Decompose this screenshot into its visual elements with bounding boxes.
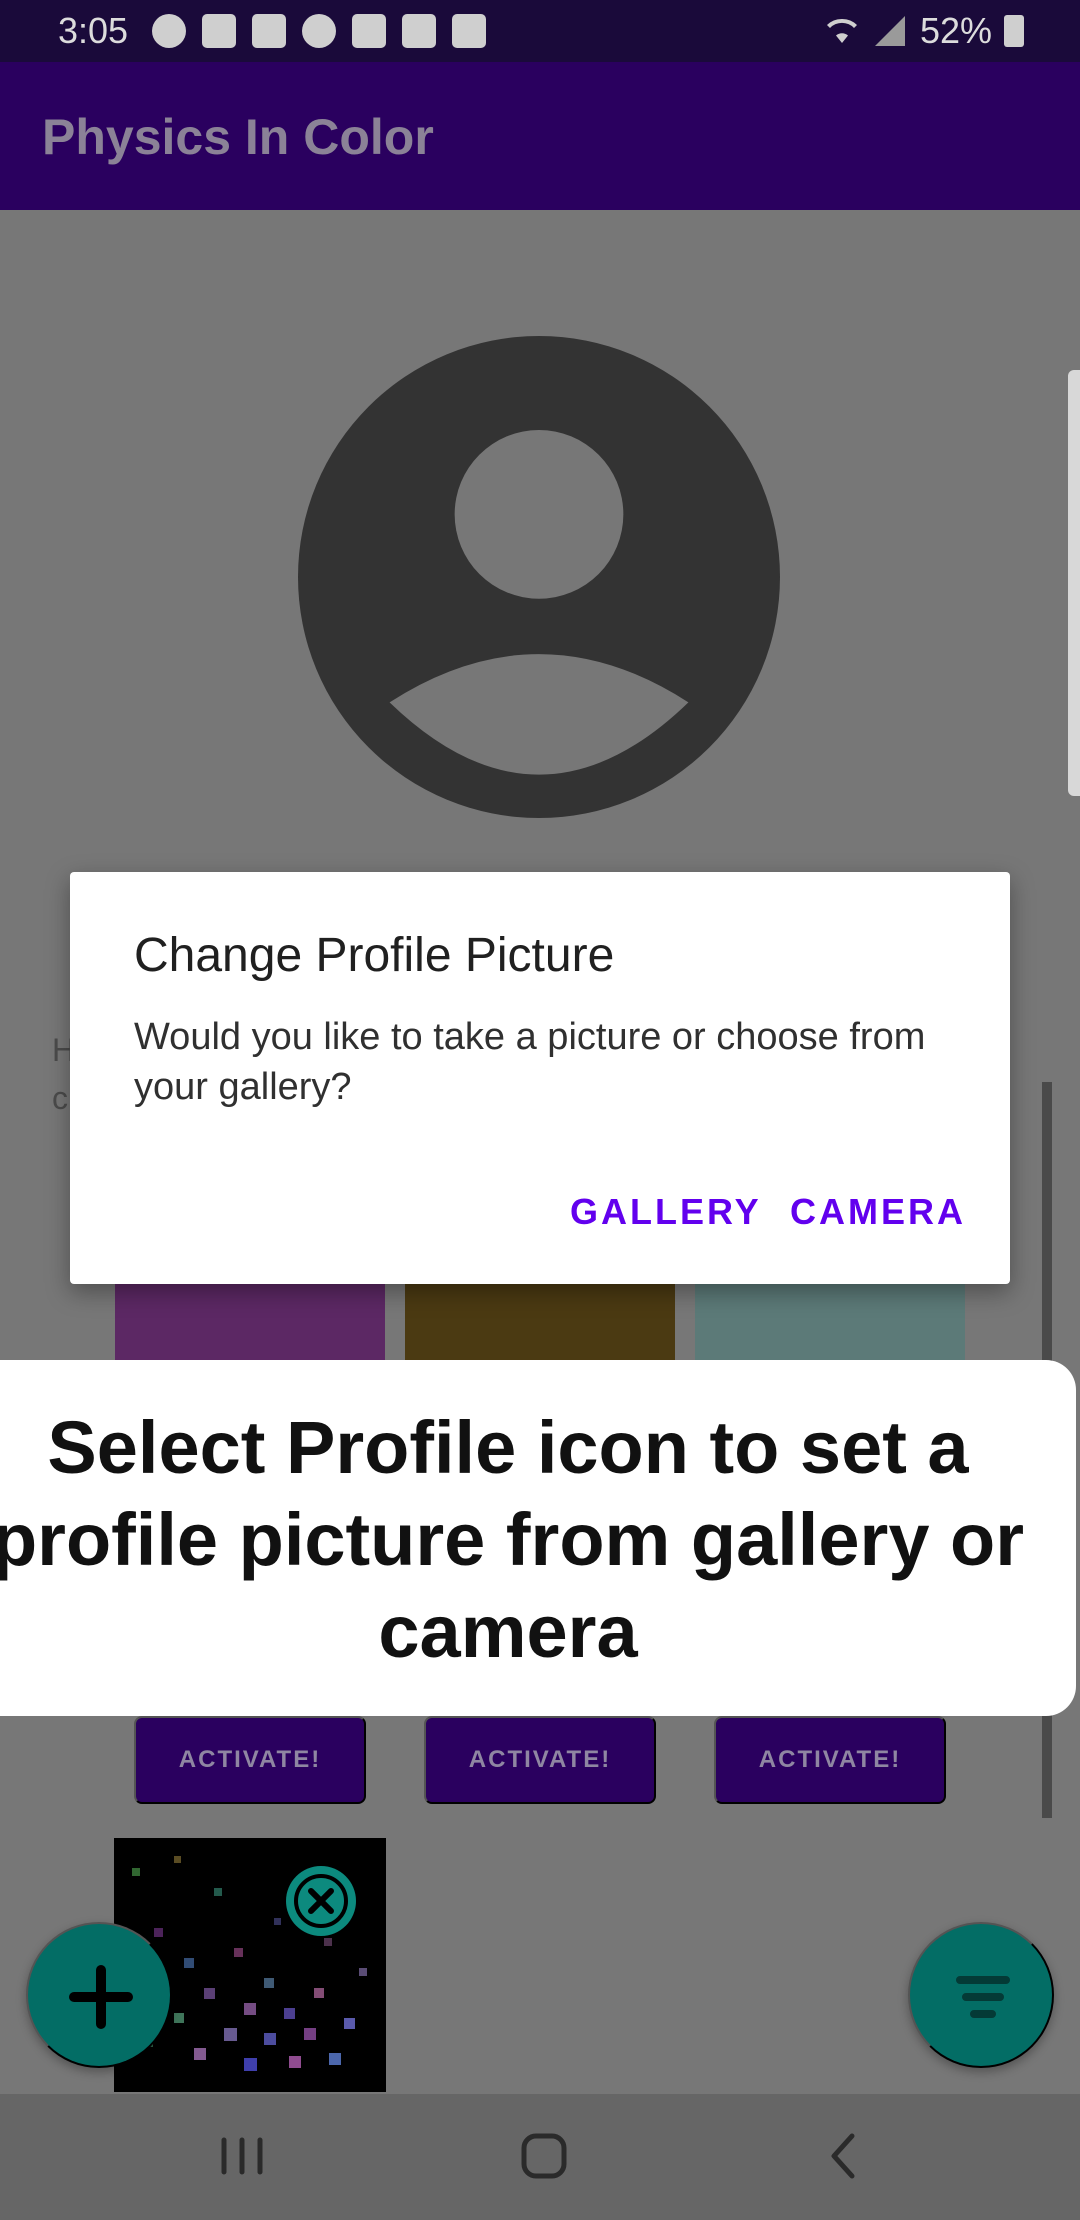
activate-button[interactable]: ACTIVATE! — [424, 1716, 656, 1804]
news-icon — [252, 14, 286, 48]
wifi-icon — [826, 18, 857, 43]
dialog-message: Would you like to take a picture or choo… — [134, 1016, 926, 1108]
news-icon — [202, 14, 236, 48]
status-right: 52% — [824, 10, 1024, 52]
signal-icon — [874, 16, 905, 46]
close-box-icon — [452, 14, 486, 48]
scroll-handle[interactable] — [1068, 370, 1080, 796]
camera-button[interactable]: CAMERA — [790, 1184, 966, 1240]
app-bar: Physics In Color — [0, 62, 1080, 210]
system-nav-bar — [0, 2094, 1080, 2220]
profile-avatar-icon[interactable] — [298, 336, 780, 818]
image-icon — [402, 14, 436, 48]
sort-icon — [956, 1976, 1010, 2018]
back-icon[interactable] — [812, 2124, 876, 2188]
add-fab-button[interactable] — [26, 1922, 172, 2068]
sort-fab-button[interactable] — [908, 1922, 1054, 2068]
battery-percent: 52% — [919, 10, 992, 51]
battery-icon — [1004, 15, 1024, 47]
close-circle-icon[interactable] — [286, 1866, 356, 1936]
change-profile-picture-dialog: Change Profile Picture Would you like to… — [70, 872, 1010, 1284]
home-icon[interactable] — [512, 2124, 576, 2188]
tutorial-banner: Select Profile icon to set a profile pic… — [0, 1360, 1076, 1716]
activate-button[interactable]: ACTIVATE! — [134, 1716, 366, 1804]
android-icon — [302, 14, 336, 48]
tutorial-text: Select Profile icon to set a profile pic… — [0, 1406, 1025, 1673]
status-bar: 3:05 52% — [0, 0, 1080, 62]
dialog-title: Change Profile Picture — [134, 929, 615, 982]
activate-button[interactable]: ACTIVATE! — [714, 1716, 946, 1804]
notification-icons — [152, 14, 486, 48]
app-title: Physics In Color — [42, 109, 434, 165]
gallery-button[interactable]: GALLERY — [570, 1184, 762, 1240]
news-icon — [352, 14, 386, 48]
plus-icon — [69, 1965, 133, 2029]
check-circle-icon — [152, 14, 186, 48]
recent-apps-icon[interactable] — [210, 2124, 274, 2188]
status-time: 3:05 — [58, 10, 129, 51]
